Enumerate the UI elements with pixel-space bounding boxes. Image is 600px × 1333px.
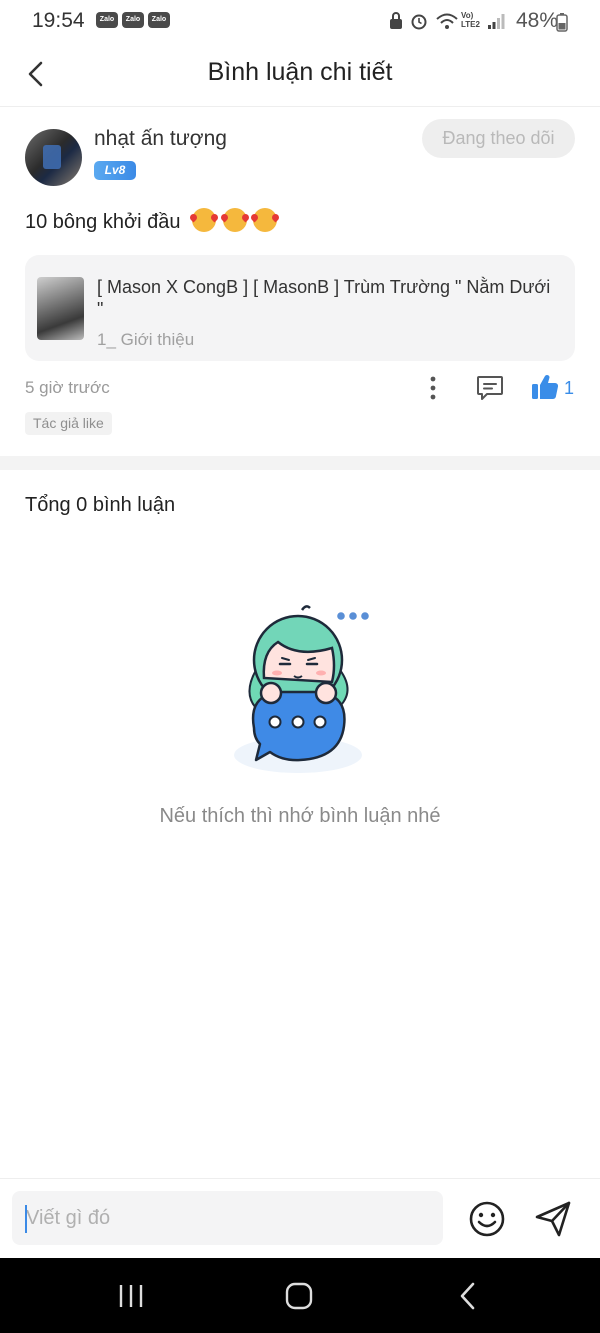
- book-cover-thumbnail: [37, 277, 84, 340]
- follow-button[interactable]: Đang theo dõi: [422, 119, 575, 158]
- comment-input-bar: [0, 1178, 600, 1259]
- post-text: 10 bông khởi đầu: [25, 208, 278, 234]
- home-button[interactable]: [279, 1280, 319, 1312]
- alarm-icon: [411, 14, 427, 30]
- zalo-notification-icon: Zalo: [148, 12, 170, 28]
- header: Bình luận chi tiết: [0, 44, 600, 107]
- empty-comments-message: Nếu thích thì nhớ bình luận nhé: [159, 805, 441, 827]
- reply-button[interactable]: [474, 373, 506, 403]
- zalo-notification-icon: Zalo: [122, 12, 144, 28]
- like-button[interactable]: 1: [530, 372, 580, 404]
- system-nav-bar: [0, 1258, 600, 1333]
- author-liked-tag: Tác giả like: [25, 412, 112, 435]
- referenced-chapter-card[interactable]: [ Mason X CongB ] [ MasonB ] Trùm Trường…: [25, 255, 575, 361]
- system-back-button[interactable]: [448, 1280, 488, 1312]
- send-icon: [535, 1201, 571, 1237]
- username[interactable]: nhạt ấn tượng: [94, 127, 227, 151]
- more-vertical-icon: [430, 376, 436, 400]
- recent-apps-button[interactable]: [111, 1280, 151, 1312]
- recent-apps-icon: [119, 1285, 143, 1307]
- send-button[interactable]: [532, 1198, 574, 1240]
- post-time: 5 giờ trước: [25, 378, 110, 397]
- status-time: 19:54: [32, 9, 85, 32]
- smiling-hearts-emoji-icon: [222, 208, 247, 232]
- page-title: Bình luận chi tiết: [207, 58, 393, 86]
- empty-comments-illustration: [234, 605, 369, 773]
- like-count: 1: [564, 378, 575, 398]
- comments-total: Tổng 0 bình luận: [25, 494, 176, 516]
- post-text-content: 10 bông khởi đầu: [25, 211, 181, 233]
- emoji-button[interactable]: [466, 1198, 508, 1240]
- thumbs-up-icon: [532, 375, 559, 399]
- section-divider: [0, 456, 600, 470]
- comment-input[interactable]: [12, 1191, 443, 1245]
- signal-icon: [488, 14, 505, 29]
- level-badge: Lv8: [94, 161, 136, 180]
- status-bar: 19:54 Zalo Zalo Zalo Vo) LTE2 48%: [0, 0, 600, 44]
- zalo-notification-icon: Zalo: [96, 12, 118, 28]
- referenced-book-title: [ Mason X CongB ] [ MasonB ] Trùm Trường…: [97, 277, 551, 319]
- battery-icon: [556, 13, 568, 32]
- avatar[interactable]: [25, 129, 82, 186]
- lock-icon: [390, 12, 402, 29]
- home-icon: [285, 1282, 313, 1310]
- referenced-chapter-title: 1_ Giới thiệu: [97, 330, 195, 349]
- smiley-icon: [469, 1201, 505, 1237]
- network-label: Vo) LTE2: [461, 11, 480, 29]
- comment-icon: [477, 376, 503, 400]
- smiling-hearts-emoji-icon: [192, 208, 217, 232]
- battery-level: 48%: [515, 9, 558, 32]
- back-arrow-icon: [460, 1282, 475, 1310]
- smiling-hearts-emoji-icon: [253, 208, 278, 232]
- text-caret: [25, 1205, 27, 1233]
- more-options-button[interactable]: [420, 374, 446, 402]
- wifi-icon: [436, 13, 458, 29]
